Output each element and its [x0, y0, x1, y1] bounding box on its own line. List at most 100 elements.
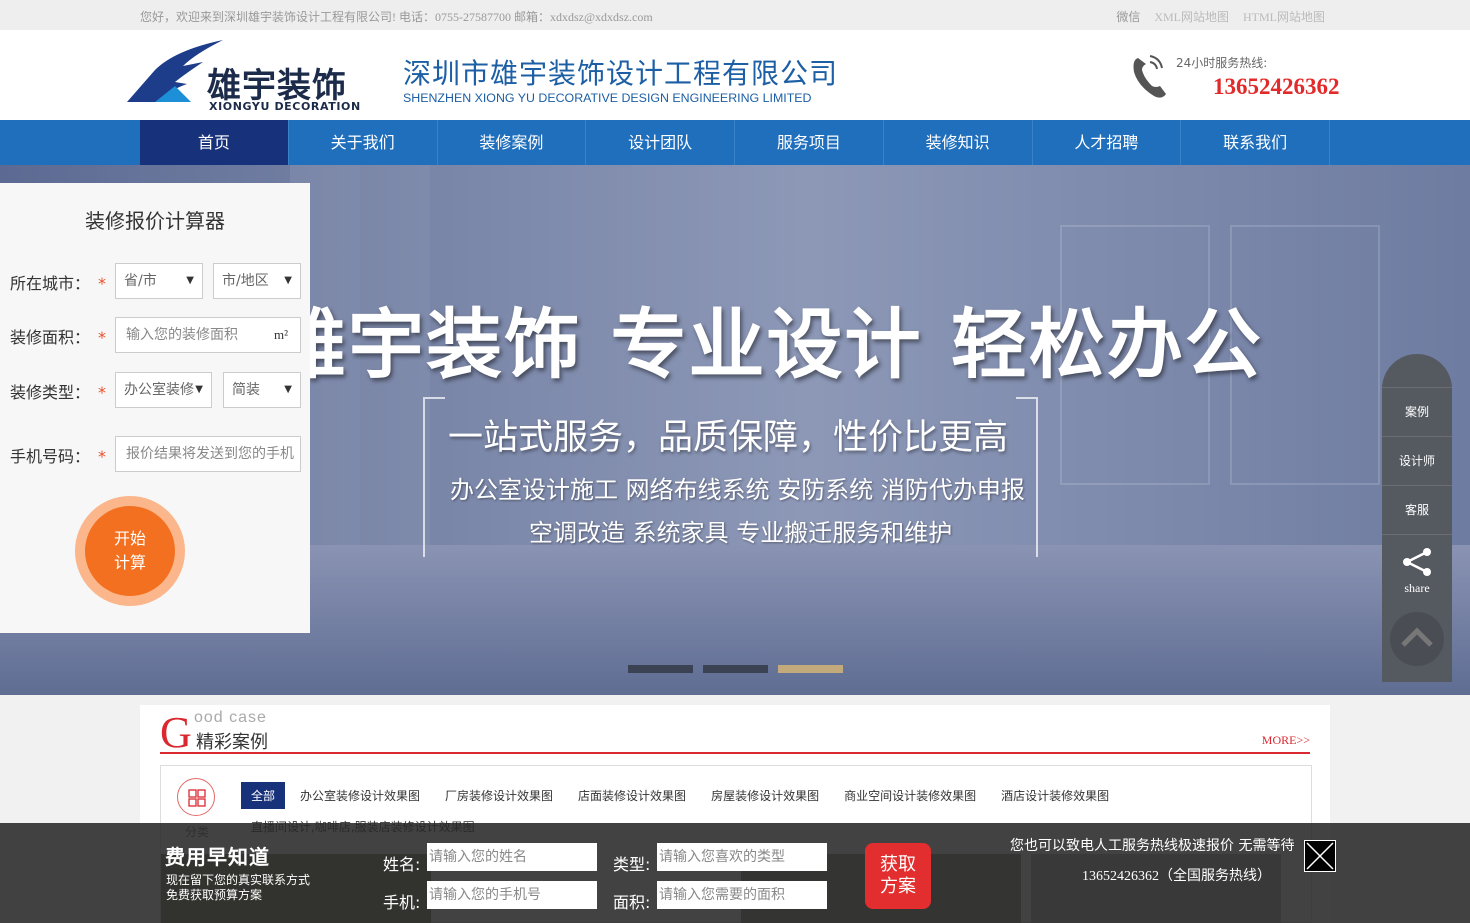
province-select-value: 省/市 [124, 273, 157, 289]
nav-item-cases[interactable]: 装修案例 [438, 120, 587, 165]
tab-factory[interactable]: 厂房装修设计效果图 [435, 782, 563, 809]
calculate-button-label-1: 开始 [113, 529, 146, 548]
required-star: * [98, 328, 107, 347]
xml-sitemap-link[interactable]: XML网站地图 [1154, 8, 1229, 25]
tab-house[interactable]: 房屋装修设计效果图 [701, 782, 829, 809]
decoration-level-value: 简装 [232, 382, 260, 398]
province-select[interactable]: 省/市 ▼ [115, 263, 203, 299]
banner-line-2: 空调改造 系统家具 专业搬迁服务和维护 [529, 519, 953, 547]
footer-bar-subtitle-2: 免费获取预算方案 [166, 888, 263, 902]
tab-commercial[interactable]: 商业空间设计装修效果图 [834, 782, 986, 809]
slide-dot-2[interactable] [703, 665, 768, 673]
name-input[interactable]: 请输入您的姓名 [427, 843, 597, 871]
phone-input-placeholder: 请输入您的手机号 [429, 887, 541, 903]
decoration-level-select[interactable]: 简装 ▼ [223, 372, 301, 408]
type-label: 装修类型： [10, 383, 91, 402]
type-row: 装修类型： * [10, 379, 106, 403]
banner-title: 雄宇装饰 专业设计 轻松办公 [270, 300, 1263, 389]
footer-bar-close-button[interactable] [1304, 840, 1336, 872]
tab-all[interactable]: 全部 [241, 782, 286, 809]
name-input-placeholder: 请输入您的姓名 [429, 849, 527, 865]
tab-storefront[interactable]: 店面装修设计效果图 [568, 782, 696, 809]
phone-label: 手机: [383, 893, 421, 912]
sidebar-item-share[interactable]: share [1382, 534, 1452, 599]
phone-icon [1133, 55, 1166, 98]
top-links: 微信 XML网站地图 HTML网站地图 [1116, 8, 1325, 25]
top-bar: 您好，欢迎来到深圳雄宇装饰设计工程有限公司! 电话：0755-27587700 … [0, 0, 1470, 30]
slide-dot-1[interactable] [628, 665, 693, 673]
tab-office[interactable]: 办公室装修设计效果图 [290, 782, 430, 809]
type-input[interactable]: 请输入您喜欢的类型 [657, 843, 827, 871]
type-label: 类型: [613, 855, 651, 874]
close-icon [1306, 842, 1334, 870]
more-link[interactable]: MORE>> [1262, 733, 1310, 748]
chevron-down-icon: ▼ [284, 275, 292, 286]
hotline-label: 24小时服务热线: [1176, 56, 1268, 70]
quote-calculator: 装修报价计算器 所在城市： * 省/市 ▼ 市/地区 ▼ 装修面积： * 输入您的装修面… [0, 183, 310, 633]
back-to-top-button[interactable] [1390, 612, 1444, 666]
area-input-placeholder: 输入您的装修面积 [126, 327, 238, 343]
sidebar-item-designer[interactable]: 设计师 [1382, 436, 1452, 485]
city-row: 所在城市： * [10, 270, 106, 294]
company-name-en: SHENZHEN XIONG YU DECORATIVE DESIGN ENGI… [403, 91, 812, 105]
calculate-button[interactable]: 开始 计算 [85, 506, 175, 596]
area-input-placeholder: 请输入您需要的面积 [659, 887, 785, 903]
sidebar-item-cases[interactable]: 案例 [1382, 387, 1452, 436]
phone-input[interactable]: 请输入您的手机号 [427, 881, 597, 909]
area-label: 装修面积： [10, 328, 91, 347]
get-plan-button[interactable]: 获取 方案 [865, 843, 931, 909]
name-label: 姓名: [383, 855, 421, 874]
logo[interactable]: 雄宇装饰 XIONGYU DECORATION [125, 40, 375, 113]
grid-icon [188, 789, 206, 807]
tab-hotel[interactable]: 酒店设计装修效果图 [991, 782, 1119, 809]
required-star: * [98, 274, 107, 293]
city-select[interactable]: 市/地区 ▼ [213, 263, 301, 299]
area-input[interactable]: 请输入您需要的面积 [657, 881, 827, 909]
share-icon [1403, 548, 1431, 576]
section-divider [160, 752, 1310, 754]
footer-bar-call-text: 您也可以致电人工服务热线极速报价 无需等待 [1010, 838, 1295, 854]
slide-indicators [628, 665, 843, 673]
nav-item-contact[interactable]: 联系我们 [1181, 120, 1330, 165]
section-title-en: ood case [194, 709, 267, 726]
area-row: 装修面积： * [10, 324, 106, 348]
logo-en-text: XIONGYU DECORATION [209, 100, 361, 113]
calculator-title: 装修报价计算器 [85, 209, 225, 233]
footer-bar-title: 费用早知道 [165, 845, 270, 869]
phone-input[interactable]: 报价结果将发送到您的手机 [115, 436, 301, 472]
banner-subtitle: 一站式服务，品质保障，性价比更高 [448, 418, 1009, 458]
footer-bar-hotline: 13652426362（全国服务热线） [1082, 869, 1271, 884]
html-sitemap-link[interactable]: HTML网站地图 [1243, 8, 1325, 25]
wechat-link[interactable]: 微信 [1116, 8, 1140, 25]
chevron-down-icon: ▼ [195, 384, 203, 395]
chevron-up-icon [1401, 627, 1433, 647]
case-filter-tabs: 全部 办公室装修设计效果图 厂房装修设计效果图 店面装修设计效果图 房屋装修设计… [241, 782, 1124, 809]
chevron-down-icon: ▼ [186, 275, 194, 286]
floating-sidebar: 案例 设计师 客服 share [1382, 354, 1452, 682]
banner-line-1: 办公室设计施工 网络布线系统 安防系统 消防代办申报 [450, 476, 1025, 504]
nav-item-about[interactable]: 关于我们 [289, 120, 438, 165]
welcome-text: 您好，欢迎来到深圳雄宇装饰设计工程有限公司! 电话：0755-27587700 … [140, 10, 653, 24]
slide-dot-3[interactable] [778, 665, 843, 673]
nav-item-jobs[interactable]: 人才招聘 [1033, 120, 1182, 165]
phone-label: 手机号码： [10, 447, 91, 466]
city-select-value: 市/地区 [222, 273, 269, 289]
calculate-button-label-2: 计算 [113, 553, 146, 572]
area-input[interactable]: 输入您的装修面积 m² [115, 317, 301, 353]
calculate-button-ring: 开始 计算 [75, 496, 185, 606]
decoration-type-select[interactable]: 办公室装修 ▼ [115, 372, 212, 408]
main-nav: 首页 关于我们 装修案例 设计团队 服务项目 装修知识 人才招聘 联系我们 [0, 120, 1470, 165]
sidebar-item-service[interactable]: 客服 [1382, 485, 1452, 534]
nav-item-knowledge[interactable]: 装修知识 [884, 120, 1033, 165]
header: 雄宇装饰 XIONGYU DECORATION 深圳市雄宇装饰设计工程有限公司 … [0, 30, 1470, 120]
nav-item-home[interactable]: 首页 [140, 120, 289, 165]
nav-item-services[interactable]: 服务项目 [735, 120, 884, 165]
hotline-number: 13652426362 [1213, 74, 1340, 99]
area-label: 面积: [613, 893, 651, 912]
required-star: * [98, 447, 107, 466]
share-label: share [1404, 581, 1430, 595]
type-input-placeholder: 请输入您喜欢的类型 [659, 849, 785, 865]
nav-item-design-team[interactable]: 设计团队 [586, 120, 735, 165]
category-icon [177, 778, 215, 816]
phone-input-placeholder: 报价结果将发送到您的手机 [126, 446, 294, 462]
